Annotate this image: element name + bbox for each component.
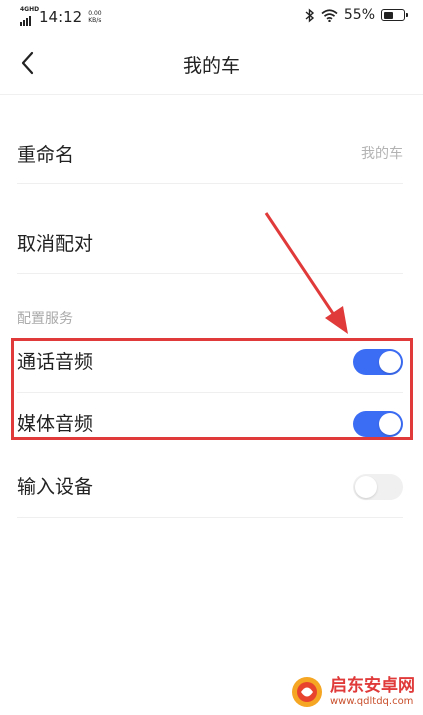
- annotation-arrow: [264, 212, 348, 334]
- watermark-name: 启东安卓网: [330, 676, 415, 696]
- watermark: 启东安卓网 www.qdltdq.com: [290, 675, 415, 709]
- watermark-url: www.qdltdq.com: [330, 696, 414, 707]
- watermark-logo-icon: [290, 675, 324, 709]
